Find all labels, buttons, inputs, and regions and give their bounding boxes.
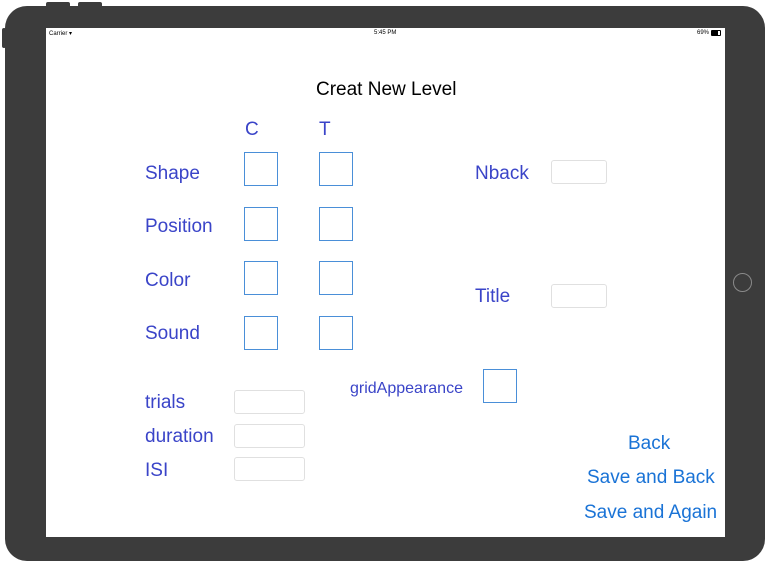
trials-label: trials xyxy=(145,392,186,413)
nback-input[interactable] xyxy=(551,160,607,184)
isi-input[interactable] xyxy=(234,457,305,481)
isi-label: ISI xyxy=(145,460,169,481)
row-label-sound: Sound xyxy=(145,323,200,344)
shape-t-checkbox[interactable] xyxy=(319,152,353,186)
shape-c-checkbox[interactable] xyxy=(244,152,278,186)
position-t-checkbox[interactable] xyxy=(319,207,353,241)
position-c-checkbox[interactable] xyxy=(244,207,278,241)
title-label: Title xyxy=(475,286,511,307)
title-input[interactable] xyxy=(551,284,607,308)
app-screen: Carrier ▾ 5:45 PM 69% Creat New Level C … xyxy=(46,28,725,537)
home-button[interactable] xyxy=(733,273,752,292)
duration-label: duration xyxy=(145,426,214,447)
row-label-color: Color xyxy=(145,270,191,291)
save-and-again-button[interactable]: Save and Again xyxy=(584,502,717,524)
battery-indicator: 69% xyxy=(697,30,721,36)
battery-icon xyxy=(711,30,721,36)
save-and-back-button[interactable]: Save and Back xyxy=(587,467,715,489)
grid-appearance-checkbox[interactable] xyxy=(483,369,517,403)
status-time: 5:45 PM xyxy=(374,30,397,36)
grid-appearance-label: gridAppearance xyxy=(350,380,463,397)
trials-input[interactable] xyxy=(234,390,305,414)
back-button[interactable]: Back xyxy=(628,433,670,455)
carrier-label: Carrier ▾ xyxy=(49,31,73,37)
color-t-checkbox[interactable] xyxy=(319,261,353,295)
nback-label: Nback xyxy=(475,163,529,184)
column-header-c: C xyxy=(245,119,259,140)
row-label-position: Position xyxy=(145,216,213,237)
battery-percent: 69% xyxy=(696,30,709,36)
page-title: Creat New Level xyxy=(316,79,457,100)
wifi-icon: ▾ xyxy=(69,31,73,37)
column-header-t: T xyxy=(319,119,331,140)
sound-t-checkbox[interactable] xyxy=(319,316,353,350)
sound-c-checkbox[interactable] xyxy=(244,316,278,350)
color-c-checkbox[interactable] xyxy=(244,261,278,295)
row-label-shape: Shape xyxy=(145,163,200,184)
duration-input[interactable] xyxy=(234,424,305,448)
status-bar: Carrier ▾ 5:45 PM 69% xyxy=(46,28,725,40)
